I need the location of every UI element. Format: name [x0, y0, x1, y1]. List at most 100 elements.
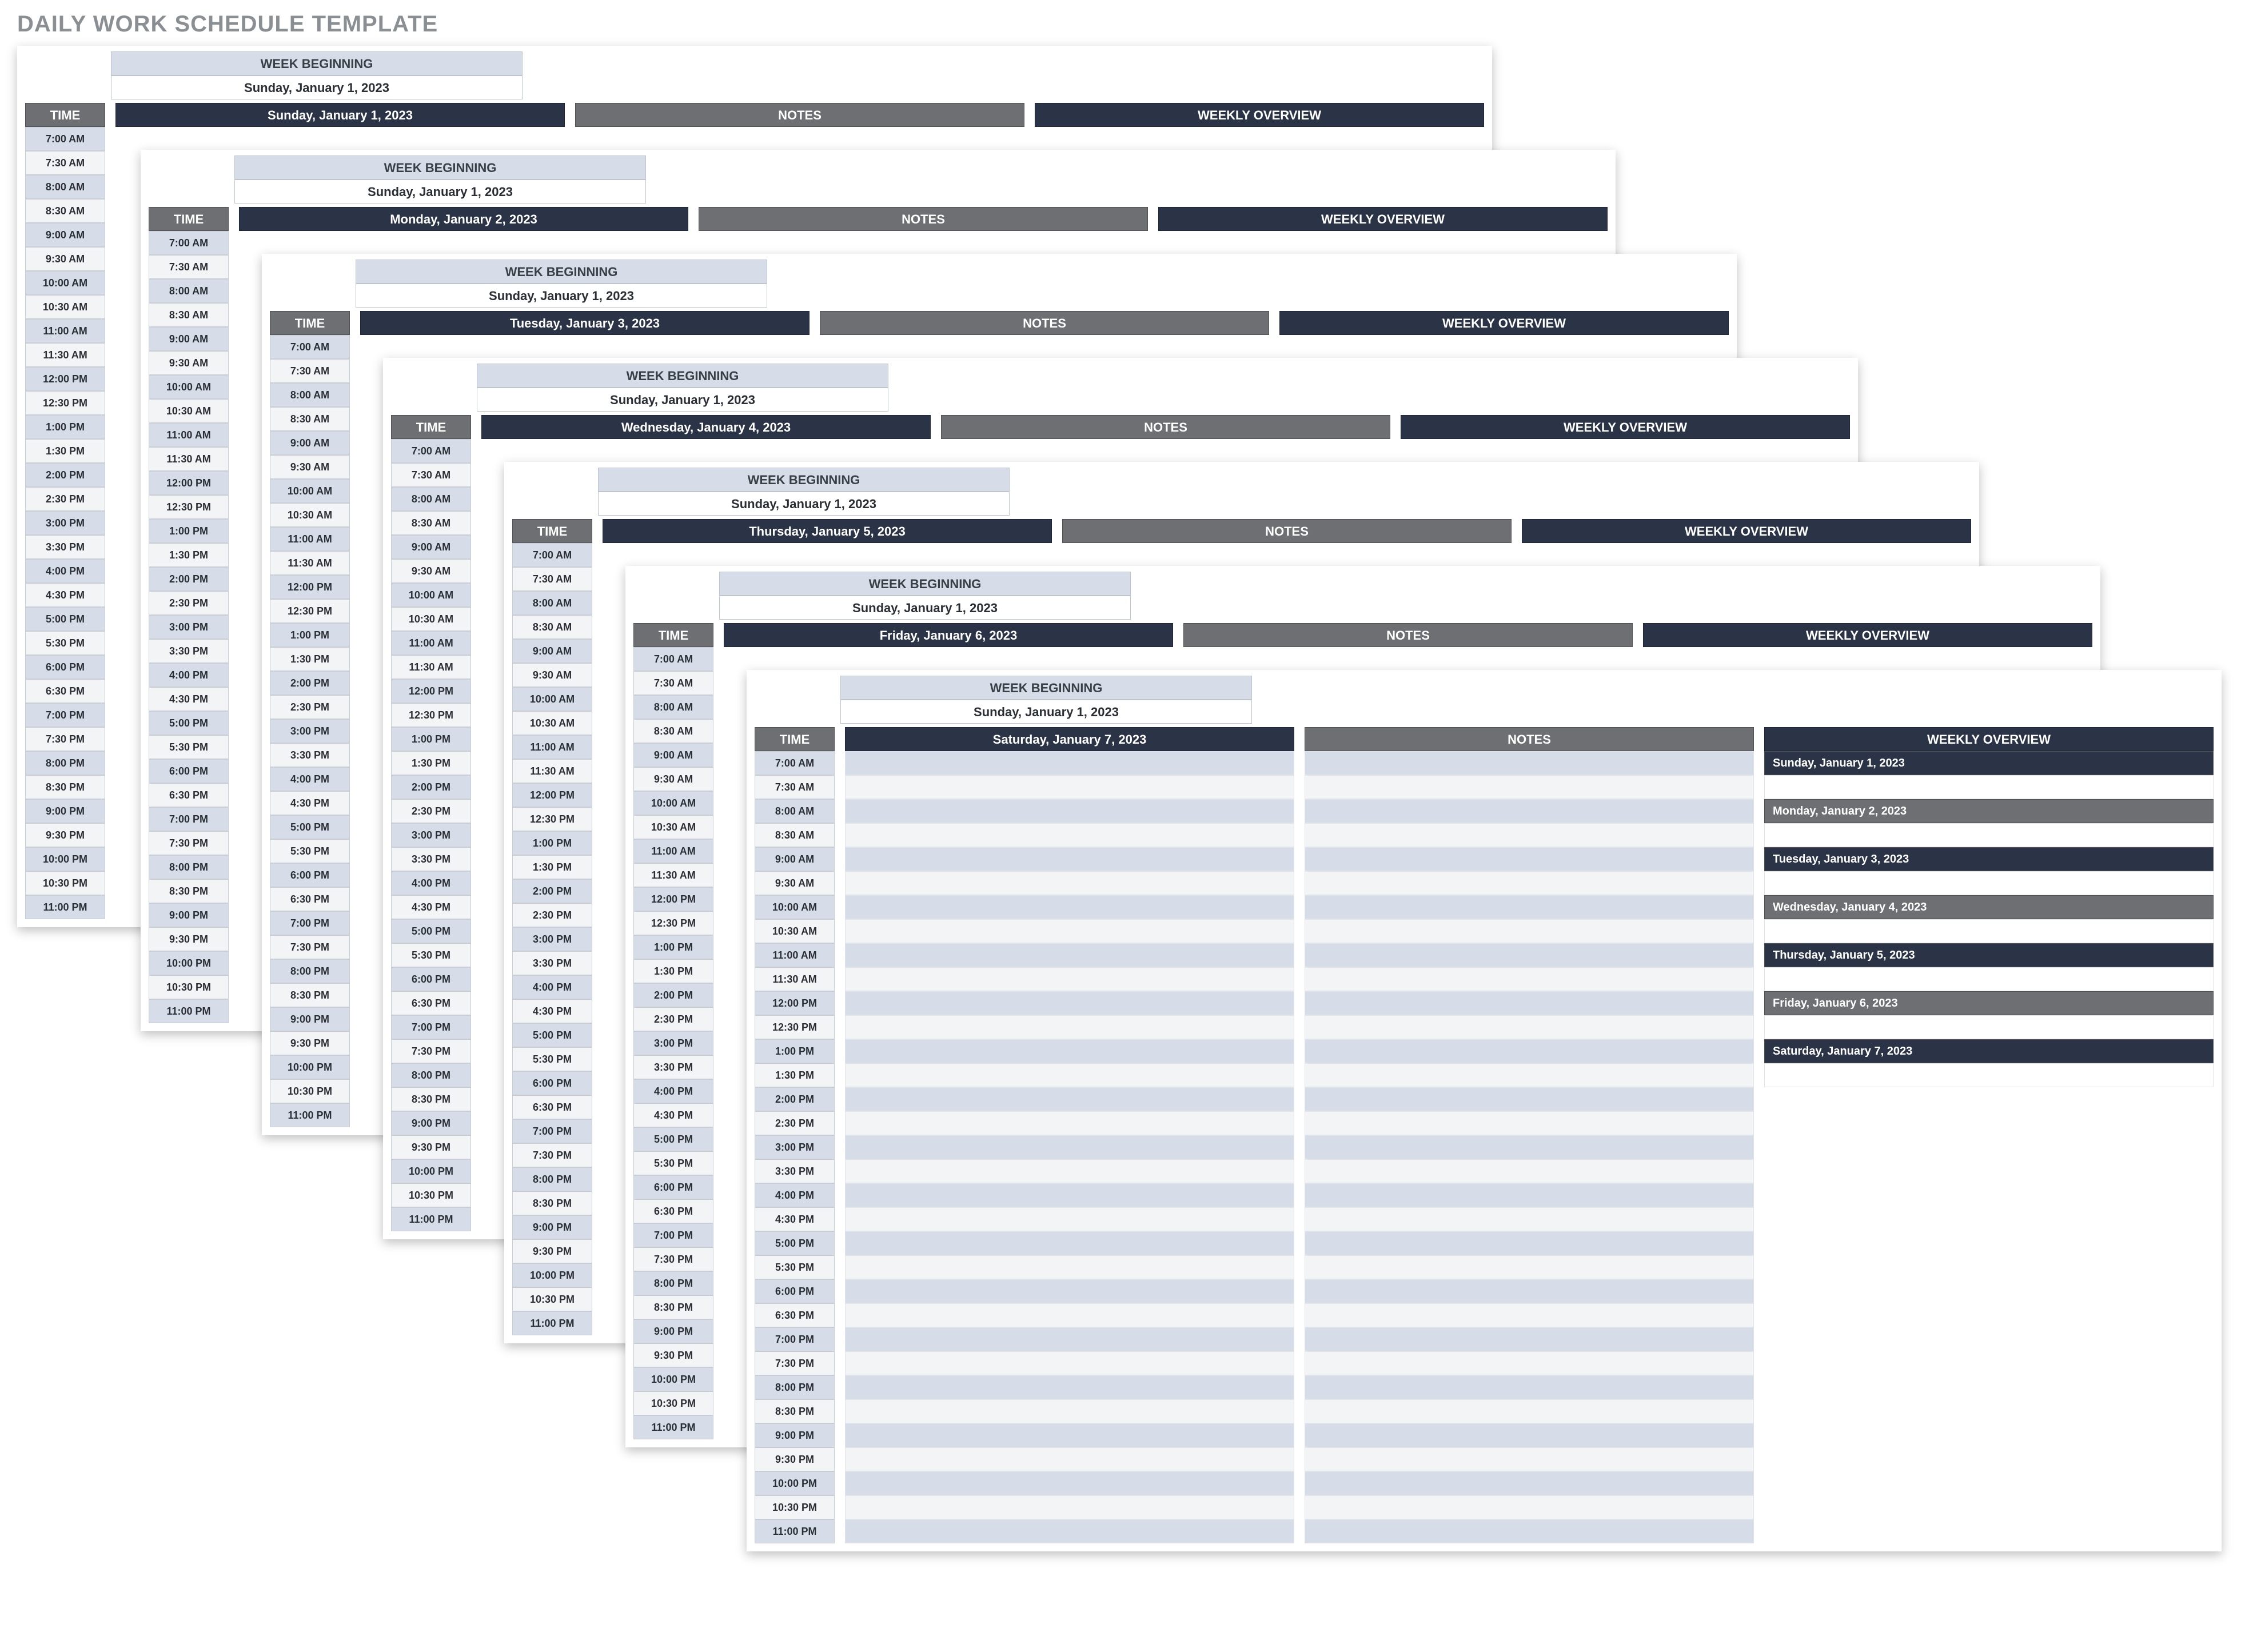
notes-cell[interactable]	[1305, 1207, 1754, 1231]
time-cell: 9:30 PM	[633, 1343, 713, 1367]
notes-cell[interactable]	[1305, 1447, 1754, 1471]
schedule-cell[interactable]	[845, 1375, 1294, 1399]
notes-cell[interactable]	[1305, 1495, 1754, 1519]
time-cell: 12:00 PM	[512, 783, 592, 807]
schedule-cell[interactable]	[845, 943, 1294, 967]
schedule-cell[interactable]	[845, 1111, 1294, 1135]
notes-cell[interactable]	[1305, 1519, 1754, 1543]
time-cell: 7:30 AM	[391, 463, 471, 487]
time-cell: 9:30 AM	[512, 663, 592, 687]
time-cell: 6:30 PM	[270, 887, 350, 911]
time-cell: 7:30 AM	[149, 255, 229, 279]
time-cell: 4:30 PM	[755, 1207, 835, 1231]
overview-day-slot[interactable]	[1764, 919, 2214, 943]
schedule-cell[interactable]	[845, 751, 1294, 775]
notes-cell[interactable]	[1305, 1111, 1754, 1135]
time-cell: 10:30 AM	[755, 919, 835, 943]
overview-day-slot[interactable]	[1764, 775, 2214, 799]
notes-cell[interactable]	[1305, 1183, 1754, 1207]
notes-cell[interactable]	[1305, 775, 1754, 799]
schedule-cell[interactable]	[845, 1207, 1294, 1231]
notes-cell[interactable]	[1305, 943, 1754, 967]
schedule-cell[interactable]	[845, 799, 1294, 823]
notes-cell[interactable]	[1305, 1351, 1754, 1375]
notes-cell[interactable]	[1305, 1279, 1754, 1303]
time-cell: 8:30 PM	[25, 775, 105, 799]
notes-cell[interactable]	[1305, 823, 1754, 847]
overview-day-slot[interactable]	[1764, 823, 2214, 847]
notes-cell[interactable]	[1305, 1087, 1754, 1111]
notes-cell[interactable]	[1305, 847, 1754, 871]
schedule-cell[interactable]	[845, 1399, 1294, 1423]
notes-cell[interactable]	[1305, 1039, 1754, 1063]
overview-day-header[interactable]: Tuesday, January 3, 2023	[1764, 847, 2214, 871]
schedule-cell[interactable]	[845, 1255, 1294, 1279]
schedule-cell[interactable]	[845, 1495, 1294, 1519]
schedule-cell[interactable]	[845, 991, 1294, 1015]
schedule-cell[interactable]	[845, 1519, 1294, 1543]
schedule-cell[interactable]	[845, 1303, 1294, 1327]
schedule-cell[interactable]	[845, 919, 1294, 943]
time-cell: 9:00 PM	[391, 1111, 471, 1135]
header-day-date: Saturday, January 7, 2023	[845, 727, 1294, 751]
notes-cell[interactable]	[1305, 799, 1754, 823]
notes-cell[interactable]	[1305, 1471, 1754, 1495]
schedule-cell[interactable]	[845, 1087, 1294, 1111]
schedule-cell[interactable]	[845, 1015, 1294, 1039]
notes-cell[interactable]	[1305, 991, 1754, 1015]
notes-cell[interactable]	[1305, 1015, 1754, 1039]
overview-day-header[interactable]: Thursday, January 5, 2023	[1764, 943, 2214, 967]
notes-cell[interactable]	[1305, 1375, 1754, 1399]
time-cell: 10:30 AM	[391, 607, 471, 631]
overview-day-slot[interactable]	[1764, 1063, 2214, 1087]
notes-cell[interactable]	[1305, 1423, 1754, 1447]
schedule-cell[interactable]	[845, 775, 1294, 799]
schedule-cell[interactable]	[845, 1471, 1294, 1495]
overview-day-header[interactable]: Saturday, January 7, 2023	[1764, 1039, 2214, 1063]
notes-cell[interactable]	[1305, 1135, 1754, 1159]
notes-cell[interactable]	[1305, 1063, 1754, 1087]
overview-day-slot[interactable]	[1764, 1015, 2214, 1039]
notes-cell[interactable]	[1305, 1399, 1754, 1423]
schedule-cell[interactable]	[845, 1327, 1294, 1351]
overview-day-header[interactable]: Friday, January 6, 2023	[1764, 991, 2214, 1015]
schedule-cell[interactable]	[845, 847, 1294, 871]
time-cell: 12:30 PM	[755, 1015, 835, 1039]
schedule-cell[interactable]	[845, 1447, 1294, 1471]
notes-cell[interactable]	[1305, 1159, 1754, 1183]
overview-day-header[interactable]: Sunday, January 1, 2023	[1764, 751, 2214, 775]
overview-day-slot[interactable]	[1764, 967, 2214, 991]
time-cell: 6:30 PM	[391, 991, 471, 1015]
overview-day-header[interactable]: Wednesday, January 4, 2023	[1764, 895, 2214, 919]
time-cell: 2:30 PM	[25, 487, 105, 511]
schedule-cell[interactable]	[845, 1351, 1294, 1375]
time-cell: 3:00 PM	[633, 1031, 713, 1055]
schedule-cell[interactable]	[845, 1231, 1294, 1255]
notes-cell[interactable]	[1305, 1255, 1754, 1279]
overview-day-header[interactable]: Monday, January 2, 2023	[1764, 799, 2214, 823]
notes-cell[interactable]	[1305, 871, 1754, 895]
schedule-cell[interactable]	[845, 1423, 1294, 1447]
schedule-cell[interactable]	[845, 967, 1294, 991]
notes-cell[interactable]	[1305, 1327, 1754, 1351]
time-cell: 4:00 PM	[270, 767, 350, 791]
notes-cell[interactable]	[1305, 895, 1754, 919]
time-cell: 10:00 PM	[391, 1159, 471, 1183]
schedule-cell[interactable]	[845, 1063, 1294, 1087]
overview-day-slot[interactable]	[1764, 871, 2214, 895]
notes-cell[interactable]	[1305, 919, 1754, 943]
time-cell: 7:00 PM	[149, 807, 229, 831]
notes-cell[interactable]	[1305, 1303, 1754, 1327]
notes-cell[interactable]	[1305, 751, 1754, 775]
schedule-cell[interactable]	[845, 1279, 1294, 1303]
schedule-cell[interactable]	[845, 1135, 1294, 1159]
schedule-cell[interactable]	[845, 1183, 1294, 1207]
schedule-cell[interactable]	[845, 1039, 1294, 1063]
schedule-cell[interactable]	[845, 1159, 1294, 1183]
schedule-cell[interactable]	[845, 895, 1294, 919]
schedule-cell[interactable]	[845, 871, 1294, 895]
notes-cell[interactable]	[1305, 967, 1754, 991]
schedule-cell[interactable]	[845, 823, 1294, 847]
time-cell: 1:30 PM	[270, 647, 350, 671]
notes-cell[interactable]	[1305, 1231, 1754, 1255]
